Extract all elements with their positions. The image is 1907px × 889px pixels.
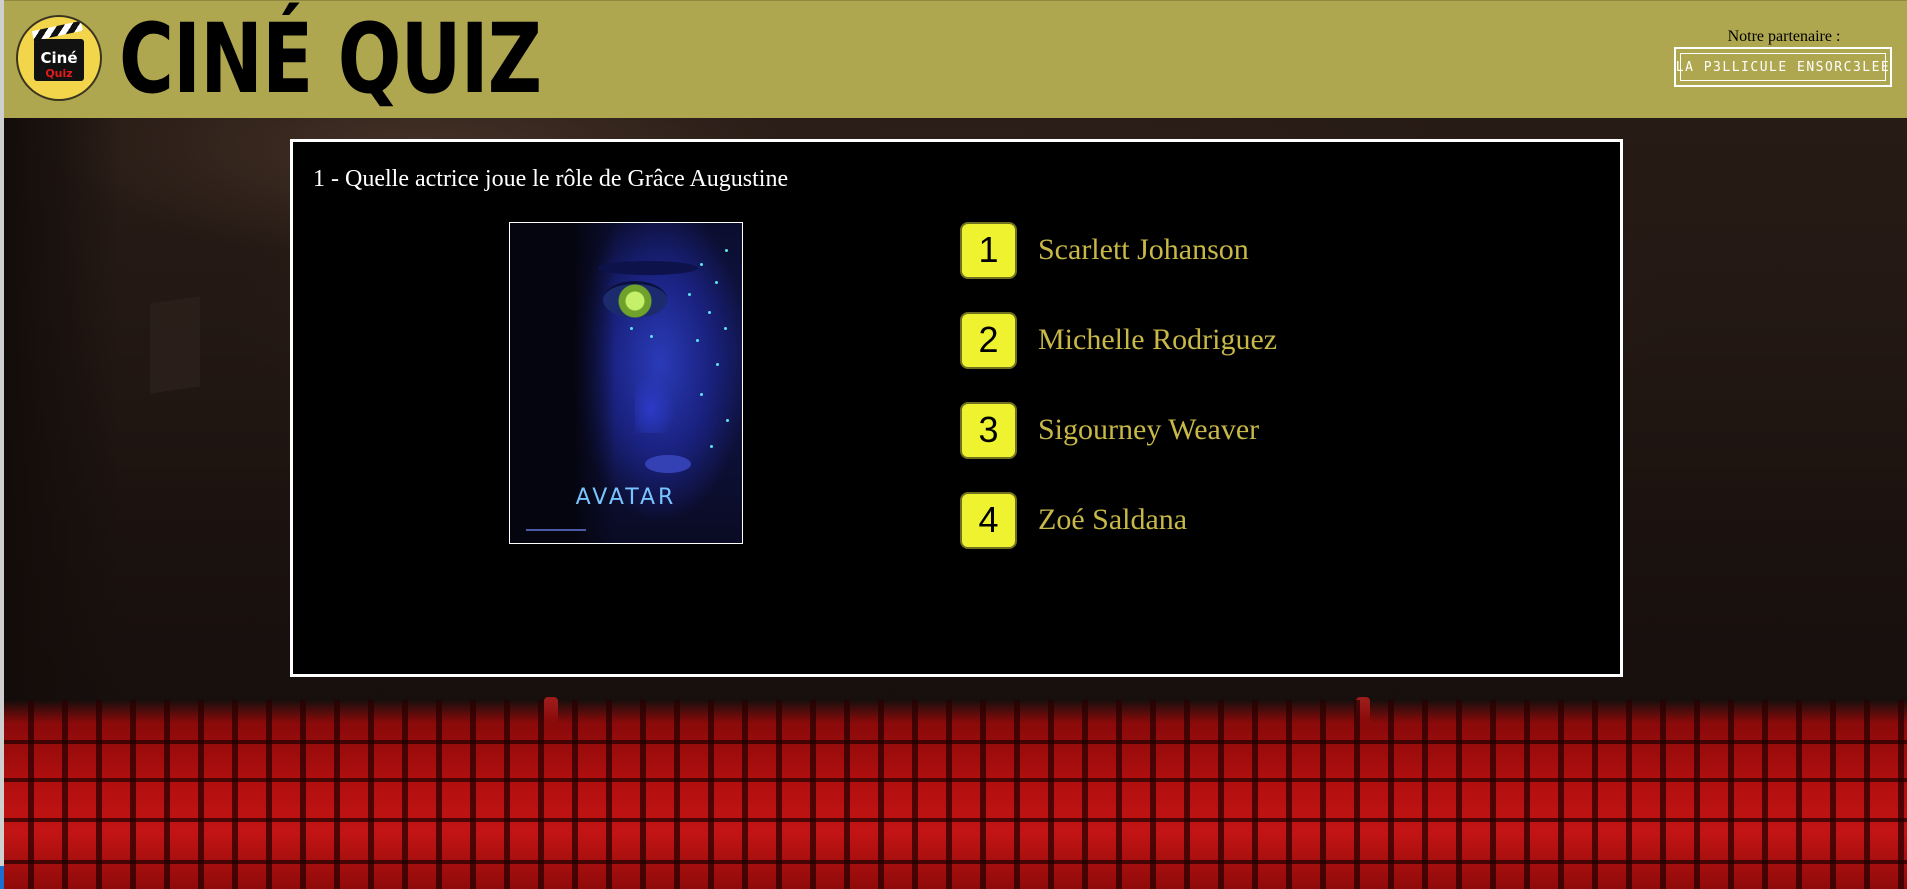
poster-title: AVATAR [575, 485, 677, 510]
partner-label: Notre partenaire : [1727, 28, 1841, 45]
answer-label[interactable]: Sigourney Weaver [1038, 413, 1259, 447]
answer-number-badge[interactable]: 4 [960, 491, 1017, 549]
cinema-seats [0, 700, 1907, 889]
answer-option-1[interactable]: 1 Scarlett Johanson [960, 220, 1277, 280]
poster-eye [603, 281, 667, 318]
clapperboard-icon [31, 20, 83, 41]
answer-option-2[interactable]: 2 Michelle Rodriguez [960, 310, 1277, 370]
answer-number-badge[interactable]: 2 [960, 311, 1017, 369]
quiz-panel: 1 - Quelle actrice joue le rôle de Grâce… [290, 139, 1623, 677]
answer-label[interactable]: Zoé Saldana [1038, 503, 1187, 537]
logo-text-cine: Ciné [40, 49, 78, 67]
partner-logo-text: LA P3LLICULE ENSORC3LEE [1676, 53, 1889, 81]
site-header: Ciné Quiz CINÉ QUIZ Notre partenaire : L… [4, 0, 1907, 118]
movie-poster: AVATAR [509, 222, 743, 544]
answer-label[interactable]: Scarlett Johanson [1038, 233, 1249, 267]
cine-quiz-logo[interactable]: Ciné Quiz [16, 15, 102, 101]
site-title: CINÉ QUIZ [119, 3, 542, 115]
window-left-edge [0, 0, 4, 889]
answer-number-badge[interactable]: 3 [960, 401, 1017, 459]
answer-list: 1 Scarlett Johanson 2 Michelle Rodriguez… [960, 220, 1277, 580]
wall-speaker [150, 296, 200, 394]
question-text: 1 - Quelle actrice joue le rôle de Grâce… [313, 166, 789, 192]
answer-label[interactable]: Michelle Rodriguez [1038, 323, 1277, 357]
logo-text-quiz: Quiz [45, 67, 73, 80]
answer-number-badge[interactable]: 1 [960, 221, 1017, 279]
partner-logo-link[interactable]: LA P3LLICULE ENSORC3LEE [1674, 47, 1892, 87]
answer-option-3[interactable]: 3 Sigourney Weaver [960, 400, 1277, 460]
answer-option-4[interactable]: 4 Zoé Saldana [960, 490, 1277, 550]
window-left-edge-accent [0, 866, 4, 889]
